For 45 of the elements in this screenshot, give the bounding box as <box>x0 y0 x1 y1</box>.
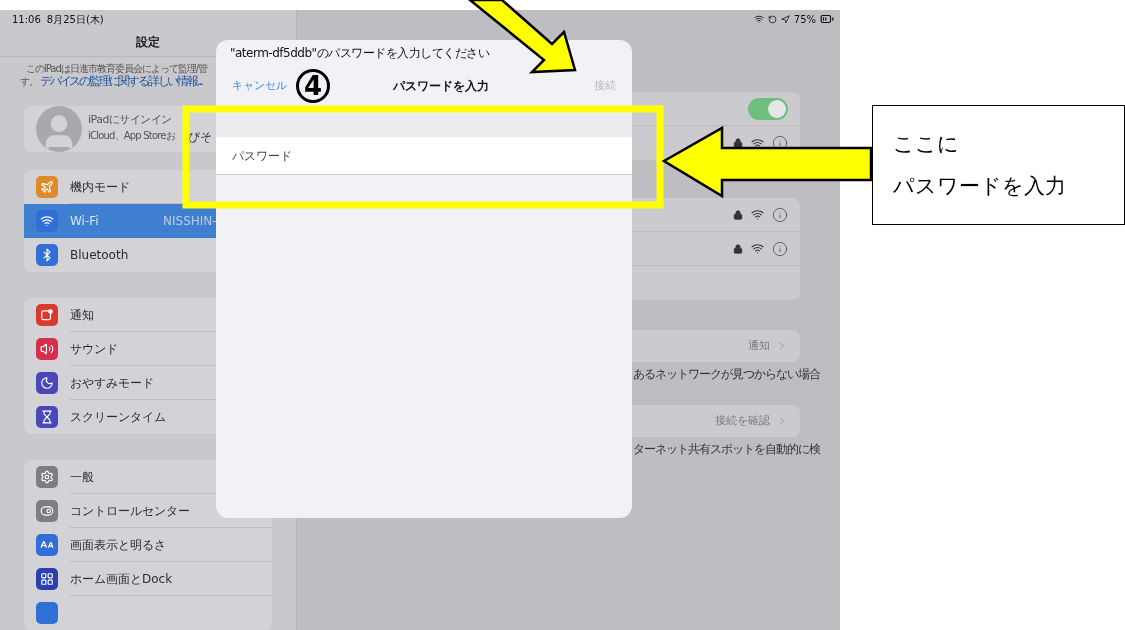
dialog-message: "aterm-df5ddb"のパスワードを入力してください <box>230 45 490 62</box>
wifi-toggle[interactable] <box>748 97 788 120</box>
callout-text: パスワードを入力 <box>893 174 1067 198</box>
wifi-status-icon <box>753 14 764 24</box>
sidebar-label: 通知 <box>70 306 95 324</box>
supervision-text: このiPadは日進市教育委員会によって監理/管 <box>26 62 209 75</box>
sidebar-label: 機内モード <box>70 178 131 196</box>
setting-caption: あるネットワークが見つからない場合 <box>633 366 820 383</box>
account-subtitle: iCloud、App Storeお <box>88 129 176 144</box>
device-management-link[interactable]: デバイスの監理に関する詳しい情報... <box>40 75 202 88</box>
sidebar-label: サウンド <box>70 340 119 358</box>
sidebar-value: NISSHIN- <box>163 213 217 230</box>
sidebar-label: コントロールセンター <box>70 502 191 520</box>
wifi-signal-icon <box>751 208 764 221</box>
setting-caption: ターネット共有スポットを自動的に検 <box>633 441 820 458</box>
sidebar-item[interactable]: Bluetooth <box>24 238 272 272</box>
setting-value: 通知 <box>748 337 770 354</box>
rotation-lock-icon <box>767 14 777 24</box>
avatar-icon <box>36 106 82 152</box>
sidebar-item[interactable]: スクリーンタイム <box>24 400 272 434</box>
status-date: 8月25日(木) <box>46 13 104 27</box>
sidebar-label: ホーム画面とDock <box>70 570 174 588</box>
sidebar-label: 画面表示と明るさ <box>70 536 167 554</box>
wifi-signal-icon <box>751 136 764 150</box>
sidebar-title: 設定 <box>136 33 160 51</box>
dialog-title: パスワードを入力 <box>392 78 489 95</box>
wifi-signal-icon <box>751 242 764 255</box>
battery-percent: 75% <box>793 12 816 27</box>
account-title: iPadにサインイン <box>88 111 172 128</box>
sidebar-label: Wi-Fi <box>70 213 100 230</box>
sidebar-label: Bluetooth <box>70 247 130 264</box>
callout-text: ここに <box>893 132 960 156</box>
step-number: 4 <box>296 69 330 103</box>
supervision-text: す。 <box>20 75 38 88</box>
battery-icon <box>820 12 834 26</box>
location-icon <box>780 14 790 24</box>
sidebar-label: スクリーンタイム <box>70 409 167 426</box>
sidebar-item[interactable]: 画面表示と明るさ <box>24 528 272 562</box>
sidebar-item[interactable]: ホーム画面とDock <box>24 562 272 596</box>
sidebar-label: 一般 <box>70 468 95 486</box>
password-field[interactable]: パスワード <box>216 137 632 175</box>
status-time: 11:06 <box>12 13 41 27</box>
app-icon <box>36 602 58 624</box>
setting-value: 接続を確認 <box>715 412 770 429</box>
sidebar-label: おやすみモード <box>70 374 155 392</box>
